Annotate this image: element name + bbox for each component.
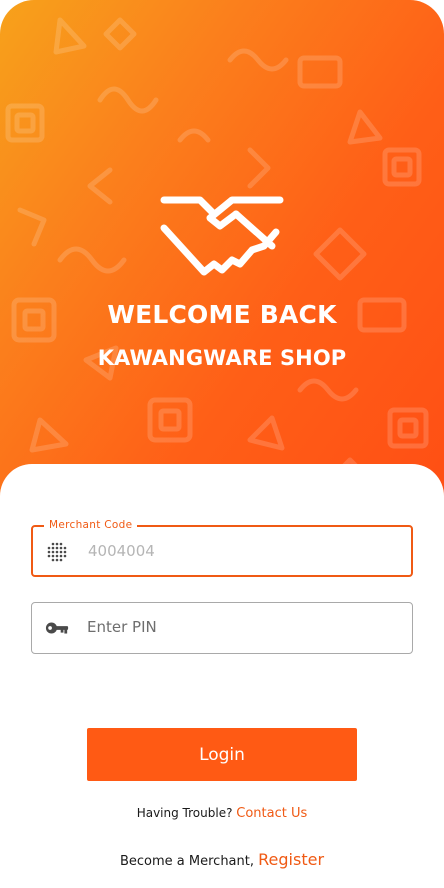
pin-input[interactable] [87,603,397,651]
trouble-text: Having Trouble? [136,806,233,820]
hero-banner: WELCOME BACK KAWANGWARE SHOP [0,0,444,520]
merchant-code-field[interactable]: Merchant Code [31,518,413,577]
pin-field[interactable] [31,602,413,654]
keypad-icon [47,542,67,562]
merchant-code-input[interactable] [88,527,398,575]
contact-us-link[interactable]: Contact Us [236,806,307,821]
login-screen: WELCOME BACK KAWANGWARE SHOP Merchant Co… [0,0,444,888]
key-icon [45,622,69,634]
help-line: Having Trouble? Contact Us [0,806,444,821]
register-link[interactable]: Register [258,850,324,869]
welcome-title: WELCOME BACK [107,300,337,329]
login-button[interactable]: Login [87,728,357,781]
shop-name: KAWANGWARE SHOP [97,346,347,370]
become-merchant-text: Become a Merchant, [119,854,254,869]
register-line: Become a Merchant, Register [0,850,444,869]
handshake-icon [160,196,284,276]
